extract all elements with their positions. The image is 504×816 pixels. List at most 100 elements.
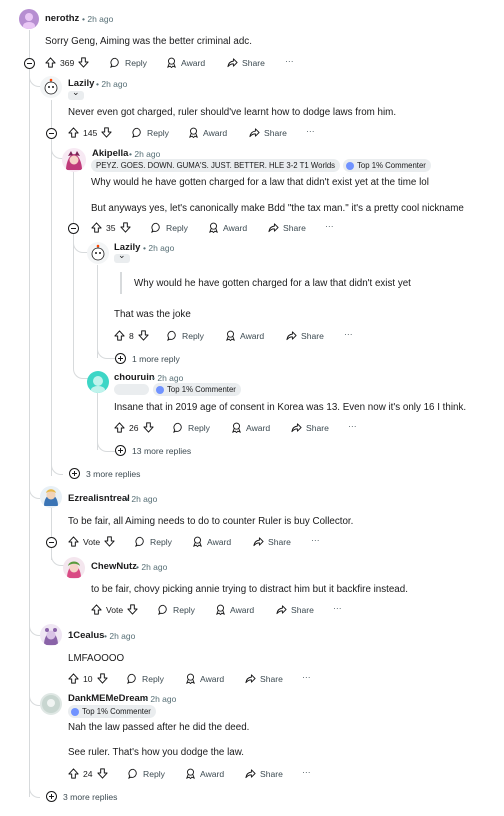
- reply-button[interactable]: Reply: [128, 768, 165, 779]
- share-button[interactable]: Share: [249, 127, 287, 138]
- expand-replies-icon[interactable]: [69, 468, 80, 479]
- downvote-icon[interactable]: [104, 536, 115, 547]
- reply-button[interactable]: Reply: [110, 57, 147, 68]
- downvote-icon[interactable]: [96, 768, 108, 779]
- share-button[interactable]: Share: [245, 673, 283, 684]
- award-button[interactable]: Award: [231, 422, 270, 433]
- avatar[interactable]: [40, 624, 62, 646]
- vote-count: 369: [60, 57, 75, 68]
- share-button[interactable]: Share: [291, 422, 329, 433]
- reply-button[interactable]: Reply: [158, 604, 195, 615]
- expand-replies-icon[interactable]: [115, 445, 126, 456]
- comment-icon: [128, 768, 137, 779]
- award-button[interactable]: Award: [215, 604, 254, 615]
- share-button[interactable]: Share: [253, 536, 291, 547]
- award-button[interactable]: Award: [166, 57, 205, 68]
- more-options-button[interactable]: ···: [302, 767, 311, 777]
- expand-replies-icon[interactable]: [115, 353, 126, 364]
- vote-group: 35: [91, 222, 131, 233]
- downvote-icon[interactable]: [78, 57, 89, 68]
- award-button[interactable]: Award: [185, 673, 224, 684]
- collapse-thread-button[interactable]: [46, 128, 57, 139]
- share-button[interactable]: Share: [245, 768, 283, 779]
- badge-icon: [156, 385, 164, 394]
- collapse-thread-button[interactable]: [24, 58, 35, 69]
- downvote-icon[interactable]: [101, 127, 112, 138]
- award-button[interactable]: Award: [188, 127, 227, 138]
- username[interactable]: Ezrealisntreal: [68, 493, 130, 504]
- award-button[interactable]: Award: [208, 222, 247, 233]
- badge-icon: [71, 707, 79, 716]
- username[interactable]: DankMEMeDream: [68, 693, 148, 704]
- award-icon: [209, 222, 218, 233]
- reply-button[interactable]: Reply: [151, 222, 188, 233]
- share-label: Share: [283, 222, 306, 233]
- avatar[interactable]: [40, 693, 62, 715]
- more-options-button[interactable]: ···: [302, 672, 311, 682]
- award-button[interactable]: Award: [225, 330, 264, 341]
- reply-button[interactable]: Reply: [132, 127, 169, 138]
- timestamp: • 2h ago: [96, 79, 128, 89]
- downvote-icon[interactable]: [142, 422, 154, 433]
- more-replies-link[interactable]: 1 more reply: [132, 354, 180, 364]
- expand-replies-icon[interactable]: [46, 791, 57, 802]
- upvote-icon[interactable]: [68, 127, 79, 138]
- user-flair: PEYZ. GOES. DOWN. GUMA'S. JUST. BETTER. …: [91, 159, 341, 172]
- more-options-button[interactable]: ···: [311, 535, 320, 545]
- avatar[interactable]: [87, 242, 109, 264]
- more-options-button[interactable]: ···: [348, 421, 357, 431]
- award-button[interactable]: Award: [192, 536, 231, 547]
- upvote-icon[interactable]: [114, 330, 125, 341]
- collapse-thread-button[interactable]: [46, 537, 57, 548]
- share-button[interactable]: Share: [227, 57, 265, 68]
- thread-line-level1[interactable]: [51, 100, 52, 476]
- avatar[interactable]: [19, 9, 39, 29]
- username[interactable]: chouruin: [114, 372, 155, 383]
- more-replies-link[interactable]: 3 more replies: [86, 469, 140, 479]
- reply-button[interactable]: Reply: [135, 536, 172, 547]
- avatar[interactable]: [40, 76, 62, 98]
- more-options-button[interactable]: ···: [333, 603, 342, 613]
- upvote-icon[interactable]: [91, 604, 102, 615]
- thread-connector: [97, 340, 116, 359]
- top-commenter-badge: Top 1% Commenter: [343, 159, 431, 172]
- upvote-icon[interactable]: [68, 536, 79, 547]
- more-options-button[interactable]: ···: [344, 329, 353, 339]
- reply-button[interactable]: Reply: [167, 330, 204, 341]
- share-button[interactable]: Share: [276, 604, 314, 615]
- share-button[interactable]: Share: [268, 222, 306, 233]
- more-options-button[interactable]: ···: [285, 56, 294, 66]
- downvote-icon[interactable]: [127, 604, 138, 615]
- downvote-icon[interactable]: [119, 222, 131, 233]
- downvote-icon[interactable]: [138, 330, 149, 341]
- username[interactable]: nerothz: [45, 13, 79, 24]
- avatar[interactable]: [63, 557, 85, 579]
- award-button[interactable]: Award: [185, 768, 224, 779]
- upvote-icon[interactable]: [68, 768, 79, 779]
- reply-label: Reply: [188, 422, 210, 433]
- avatar[interactable]: [87, 371, 109, 393]
- upvote-icon[interactable]: [91, 222, 102, 233]
- more-options-button[interactable]: ···: [325, 221, 334, 231]
- collapse-thread-button[interactable]: [68, 223, 79, 234]
- downvote-icon[interactable]: [96, 673, 108, 684]
- upvote-icon[interactable]: [45, 57, 56, 68]
- award-label: Award: [223, 222, 248, 233]
- reply-button[interactable]: Reply: [173, 422, 210, 433]
- thread-line-level0[interactable]: [29, 30, 30, 797]
- share-button[interactable]: Share: [286, 330, 324, 341]
- upvote-icon[interactable]: [114, 422, 125, 433]
- share-label: Share: [301, 330, 324, 341]
- avatar[interactable]: [40, 486, 62, 508]
- username[interactable]: Akipella: [92, 148, 128, 159]
- thread-line-level2[interactable]: [73, 171, 74, 357]
- reply-button[interactable]: Reply: [127, 673, 164, 684]
- more-replies-link[interactable]: 13 more replies: [132, 446, 191, 456]
- reply-label: Reply: [125, 57, 147, 68]
- more-options-button[interactable]: ···: [306, 126, 315, 136]
- avatar[interactable]: [62, 148, 86, 172]
- more-replies-link[interactable]: 3 more replies: [63, 792, 117, 802]
- username[interactable]: 1Cealus: [68, 630, 104, 641]
- upvote-icon[interactable]: [68, 673, 79, 684]
- username[interactable]: ChewNutz: [91, 561, 137, 572]
